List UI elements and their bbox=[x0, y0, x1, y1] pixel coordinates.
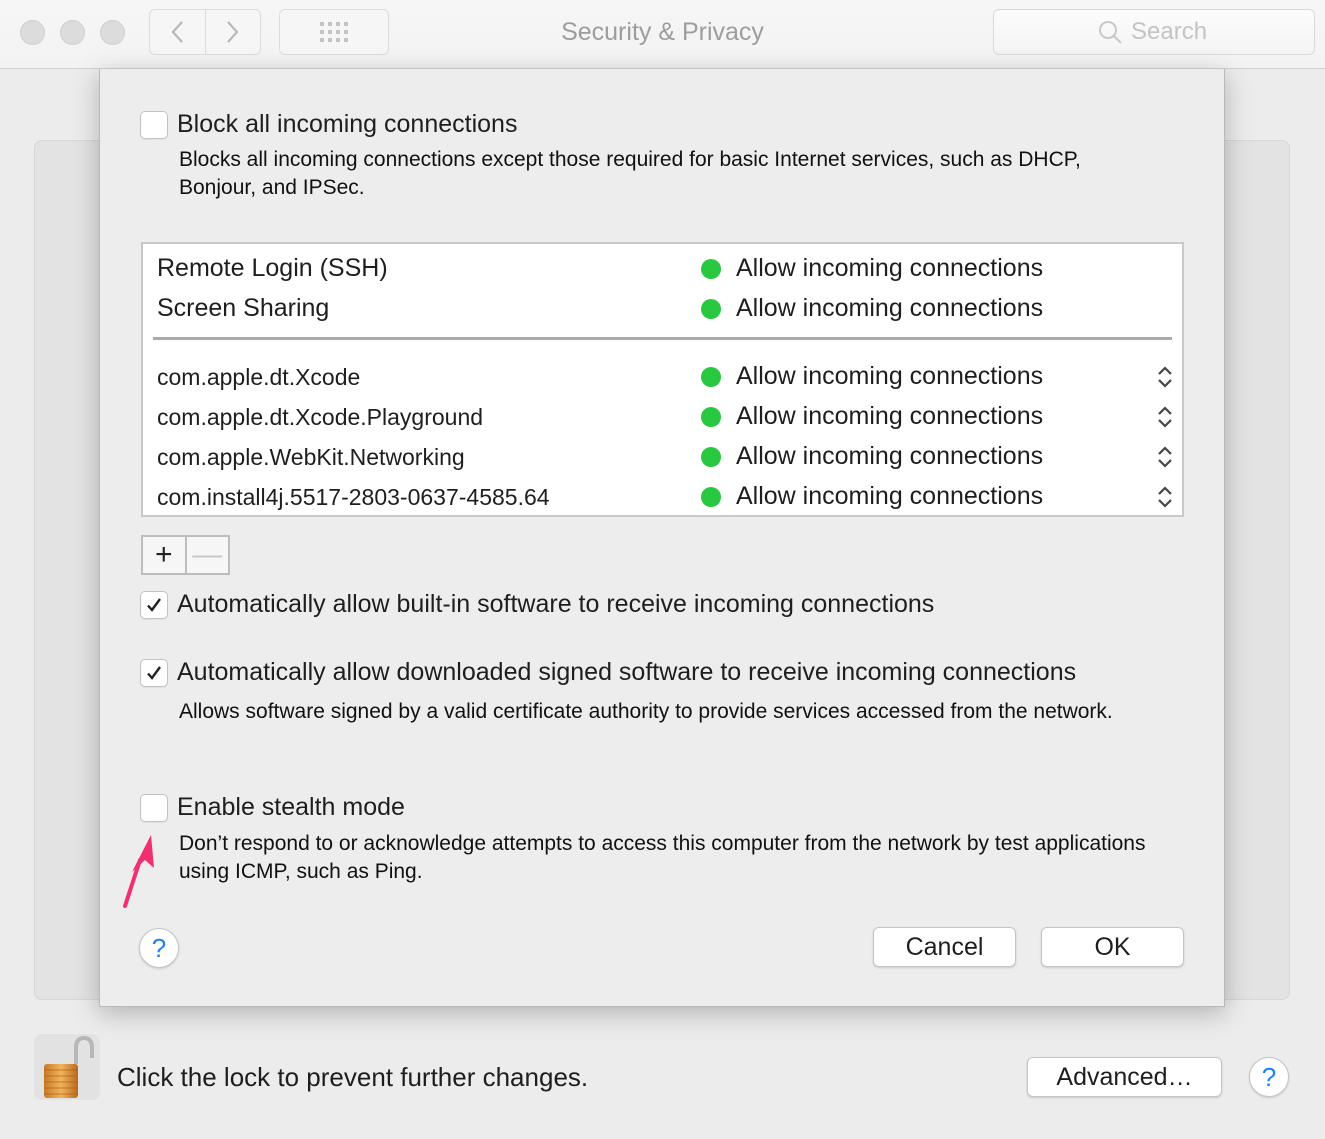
block-all-label: Block all incoming connections bbox=[177, 110, 518, 138]
app-status: Allow incoming connections bbox=[736, 402, 1044, 430]
sheet-help-button[interactable]: ? bbox=[139, 928, 179, 968]
status-green-icon bbox=[701, 447, 721, 467]
firewall-options-sheet: Block all incoming connections Blocks al… bbox=[99, 69, 1225, 1007]
close-window-button[interactable] bbox=[20, 20, 45, 45]
app-row[interactable]: com.apple.WebKit.Networking Allow incomi… bbox=[143, 436, 1182, 476]
search-input[interactable] bbox=[1131, 18, 1211, 46]
up-down-stepper-icon[interactable] bbox=[1156, 484, 1174, 510]
service-row[interactable]: Screen Sharing Allow incoming connection… bbox=[143, 288, 1182, 328]
app-name: com.apple.WebKit.Networking bbox=[157, 444, 465, 470]
auto-signed-label: Automatically allow downloaded signed so… bbox=[177, 658, 1077, 686]
chevron-right-icon bbox=[226, 21, 239, 43]
auto-builtin-label: Automatically allow built-in software to… bbox=[177, 590, 935, 618]
add-remove-control: + — bbox=[141, 535, 230, 575]
auto-builtin-checkbox[interactable] bbox=[140, 591, 168, 619]
stealth-mode-label: Enable stealth mode bbox=[177, 793, 405, 821]
app-row[interactable]: com.apple.dt.Xcode Allow incoming connec… bbox=[143, 356, 1182, 396]
status-green-icon bbox=[701, 487, 721, 507]
checkmark-icon bbox=[147, 666, 161, 680]
grid-icon bbox=[320, 22, 348, 42]
title-bar: Security & Privacy bbox=[0, 0, 1325, 69]
advanced-button[interactable]: Advanced… bbox=[1027, 1057, 1222, 1097]
auto-signed-checkbox[interactable] bbox=[140, 659, 168, 687]
navigation-buttons bbox=[149, 9, 261, 55]
chevron-left-icon bbox=[171, 21, 184, 43]
magnifier-icon bbox=[1099, 21, 1122, 44]
list-separator bbox=[153, 337, 1172, 340]
block-all-description: Blocks all incoming connections except t… bbox=[179, 148, 1081, 199]
add-app-button[interactable]: + bbox=[143, 537, 187, 573]
search-field[interactable] bbox=[993, 9, 1315, 55]
block-all-checkbox[interactable] bbox=[140, 111, 168, 139]
status-green-icon bbox=[701, 299, 721, 319]
annotation-arrow-icon bbox=[123, 835, 154, 908]
show-all-button[interactable] bbox=[279, 9, 389, 55]
service-status: Allow incoming connections bbox=[736, 294, 1044, 322]
unlocked-padlock-icon bbox=[44, 1035, 94, 1098]
status-green-icon bbox=[701, 367, 721, 387]
stealth-mode-description: Don’t respond to or acknowledge attempts… bbox=[179, 832, 1146, 883]
app-name: com.apple.dt.Xcode.Playground bbox=[157, 404, 484, 430]
app-name: com.install4j.5517-2803-0637-4585.64 bbox=[157, 484, 550, 510]
stealth-mode-checkbox[interactable] bbox=[140, 794, 168, 822]
status-green-icon bbox=[701, 259, 721, 279]
firewall-rules-list: Remote Login (SSH) Allow incoming connec… bbox=[141, 242, 1184, 517]
auto-signed-description: Allows software signed by a valid certif… bbox=[179, 700, 1113, 723]
cancel-button[interactable]: Cancel bbox=[873, 927, 1016, 967]
lock-status-text: Click the lock to prevent further change… bbox=[117, 1062, 589, 1092]
app-row[interactable]: com.install4j.5517-2803-0637-4585.64 All… bbox=[143, 476, 1182, 516]
checkmark-icon bbox=[147, 598, 161, 612]
app-status: Allow incoming connections bbox=[736, 482, 1044, 510]
remove-app-button[interactable]: — bbox=[187, 537, 229, 573]
forward-button[interactable] bbox=[205, 9, 261, 55]
status-green-icon bbox=[701, 407, 721, 427]
up-down-stepper-icon[interactable] bbox=[1156, 364, 1174, 390]
up-down-stepper-icon[interactable] bbox=[1156, 404, 1174, 430]
lock-button[interactable] bbox=[34, 1034, 100, 1100]
app-name: com.apple.dt.Xcode bbox=[157, 364, 361, 390]
minimize-window-button[interactable] bbox=[60, 20, 85, 45]
zoom-window-button[interactable] bbox=[100, 20, 125, 45]
ok-button[interactable]: OK bbox=[1041, 927, 1184, 967]
app-row[interactable]: com.apple.dt.Xcode.Playground Allow inco… bbox=[143, 396, 1182, 436]
service-status: Allow incoming connections bbox=[736, 254, 1044, 282]
app-status: Allow incoming connections bbox=[736, 442, 1044, 470]
help-button[interactable]: ? bbox=[1249, 1057, 1289, 1097]
app-status: Allow incoming connections bbox=[736, 362, 1044, 390]
service-row[interactable]: Remote Login (SSH) Allow incoming connec… bbox=[143, 248, 1182, 288]
up-down-stepper-icon[interactable] bbox=[1156, 444, 1174, 470]
back-button[interactable] bbox=[149, 9, 206, 55]
service-name: Remote Login (SSH) bbox=[157, 254, 388, 282]
service-name: Screen Sharing bbox=[157, 294, 330, 322]
